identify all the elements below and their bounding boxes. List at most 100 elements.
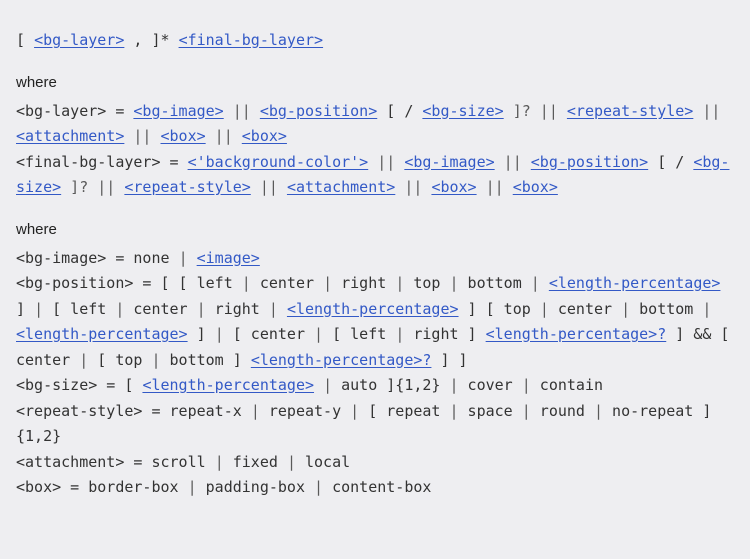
- bg-size-link[interactable]: <bg-size>: [422, 102, 503, 120]
- text: <repeat-style>: [16, 402, 142, 420]
- bar: |: [522, 376, 531, 394]
- text: ||: [206, 127, 242, 145]
- bar: |: [314, 478, 323, 496]
- final-bg-layer-link[interactable]: <final-bg-layer>: [179, 31, 324, 49]
- repeat-style-link[interactable]: <repeat-style>: [124, 178, 250, 196]
- bar: |: [179, 249, 188, 267]
- text: ||: [693, 102, 729, 120]
- text: [ center: [224, 325, 314, 343]
- attachment-link[interactable]: <attachment>: [287, 178, 395, 196]
- text: <bg-size>: [16, 376, 97, 394]
- image-link[interactable]: <image>: [197, 249, 260, 267]
- text: [188, 249, 197, 267]
- text: auto ]{1,2}: [332, 376, 449, 394]
- bar: |: [79, 351, 88, 369]
- bar: |: [251, 402, 260, 420]
- bar: |: [350, 402, 359, 420]
- text: ]? ||: [61, 178, 124, 196]
- text: bottom: [459, 274, 531, 292]
- text: center: [549, 300, 621, 318]
- where-label: where: [16, 219, 734, 240]
- syntax-top-line: [ <bg-layer> , ]* <final-bg-layer>: [16, 28, 734, 54]
- text: right: [332, 274, 395, 292]
- bar: |: [594, 402, 603, 420]
- bar: |: [450, 274, 459, 292]
- text: = none: [106, 249, 178, 267]
- text: center: [124, 300, 196, 318]
- text: <bg-image>: [16, 249, 106, 267]
- text: ||: [477, 178, 513, 196]
- length-percentage-link[interactable]: <length-percentage>: [287, 300, 459, 318]
- text: <final-bg-layer>: [16, 153, 161, 171]
- bar: |: [34, 300, 43, 318]
- text: ]: [188, 325, 215, 343]
- text: repeat-y: [260, 402, 350, 420]
- text: =: [106, 102, 133, 120]
- text: <box>: [16, 478, 61, 496]
- text: ||: [495, 153, 531, 171]
- text: [ /: [377, 102, 422, 120]
- bg-position-link[interactable]: <bg-position>: [260, 102, 377, 120]
- bg-position-link[interactable]: <bg-position>: [531, 153, 648, 171]
- box-link[interactable]: <box>: [242, 127, 287, 145]
- repeat-style-link[interactable]: <repeat-style>: [567, 102, 693, 120]
- text: ||: [395, 178, 431, 196]
- text: <bg-position>: [16, 274, 133, 292]
- text: local: [296, 453, 350, 471]
- text: [314, 376, 323, 394]
- text: top: [404, 274, 449, 292]
- text: , ]*: [124, 31, 178, 49]
- attachment-link[interactable]: <attachment>: [16, 127, 124, 145]
- bg-image-link[interactable]: <bg-image>: [133, 102, 223, 120]
- length-percentage-link[interactable]: <length-percentage>: [16, 325, 188, 343]
- box-link[interactable]: <box>: [431, 178, 476, 196]
- syntax-block-2: <bg-image> = none | <image> <bg-position>…: [16, 246, 734, 501]
- bar: |: [188, 478, 197, 496]
- syntax-block-1: <bg-layer> = <bg-image> || <bg-position>…: [16, 99, 734, 201]
- text: =: [161, 153, 188, 171]
- bar: |: [323, 376, 332, 394]
- length-percentage-link[interactable]: <length-percentage>?: [251, 351, 432, 369]
- text: ] ]: [431, 351, 467, 369]
- text: = [ [ left: [133, 274, 241, 292]
- length-percentage-link[interactable]: <length-percentage>: [142, 376, 314, 394]
- text: right: [206, 300, 269, 318]
- bar: |: [197, 300, 206, 318]
- text: right ]: [404, 325, 485, 343]
- bar: |: [540, 300, 549, 318]
- text: bottom: [630, 300, 702, 318]
- text: ||: [224, 102, 260, 120]
- length-percentage-link[interactable]: <length-percentage>?: [486, 325, 667, 343]
- text: padding-box: [197, 478, 314, 496]
- bar: |: [522, 402, 531, 420]
- bg-image-link[interactable]: <bg-image>: [404, 153, 494, 171]
- box-link[interactable]: <box>: [513, 178, 558, 196]
- text: <bg-layer>: [16, 102, 106, 120]
- text: content-box: [323, 478, 431, 496]
- text: = repeat-x: [142, 402, 250, 420]
- text: [ /: [648, 153, 693, 171]
- text: [278, 300, 287, 318]
- length-percentage-link[interactable]: <length-percentage>: [549, 274, 721, 292]
- text: [ left: [43, 300, 115, 318]
- text: = scroll: [124, 453, 214, 471]
- box-link[interactable]: <box>: [161, 127, 206, 145]
- text: = border-box: [61, 478, 187, 496]
- text: bottom ]: [161, 351, 251, 369]
- text: [711, 300, 720, 318]
- bar: |: [395, 325, 404, 343]
- bar: |: [215, 453, 224, 471]
- bar: |: [395, 274, 404, 292]
- text: ||: [251, 178, 287, 196]
- text: [ left: [323, 325, 395, 343]
- bar: |: [287, 453, 296, 471]
- text: round: [531, 402, 594, 420]
- text: [: [16, 31, 34, 49]
- bar: |: [450, 376, 459, 394]
- background-color-link[interactable]: <'background-color'>: [188, 153, 369, 171]
- text: center: [251, 274, 323, 292]
- text: [540, 274, 549, 292]
- text: ] [ top: [459, 300, 540, 318]
- bar: |: [314, 325, 323, 343]
- bg-layer-link[interactable]: <bg-layer>: [34, 31, 124, 49]
